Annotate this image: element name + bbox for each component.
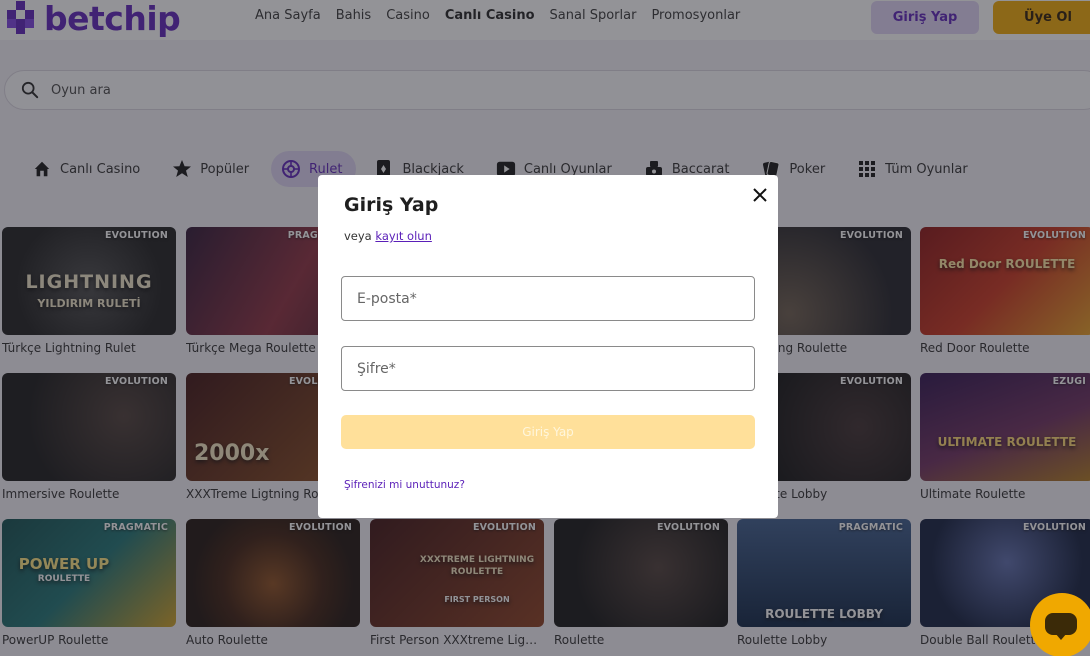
email-field[interactable] bbox=[341, 276, 755, 321]
forgot-password-link[interactable]: Şifrenizi mi unuttunuz? bbox=[344, 479, 465, 491]
chat-button[interactable] bbox=[1030, 593, 1090, 656]
password-field[interactable] bbox=[341, 346, 755, 391]
chat-bubble-icon bbox=[1045, 613, 1077, 640]
password-input[interactable] bbox=[342, 347, 754, 390]
email-input[interactable] bbox=[342, 277, 754, 320]
subtitle-prefix: veya bbox=[344, 229, 372, 243]
modal-title: Giriş Yap bbox=[344, 194, 439, 216]
login-modal: Giriş Yap veya kayıt olun Giriş Yap Şifr… bbox=[318, 175, 778, 518]
close-icon[interactable] bbox=[750, 185, 770, 205]
modal-subtitle: veya kayıt olun bbox=[344, 229, 432, 243]
login-submit-button[interactable]: Giriş Yap bbox=[341, 415, 755, 449]
register-link[interactable]: kayıt olun bbox=[375, 229, 431, 243]
